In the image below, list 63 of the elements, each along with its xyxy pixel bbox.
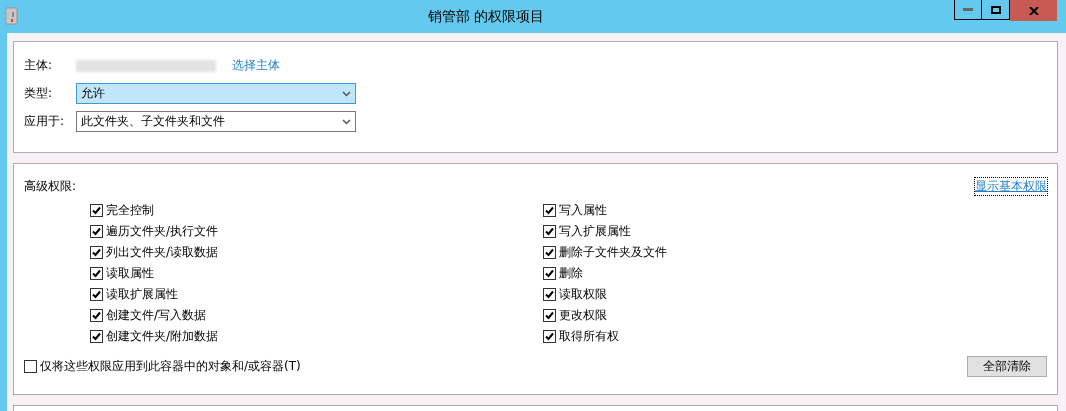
checkmark-icon	[92, 248, 101, 257]
field-label: 主体:	[24, 57, 54, 74]
checkbox[interactable]	[543, 246, 556, 259]
checkbox[interactable]	[543, 204, 556, 217]
checkbox-label: 读取属性	[106, 265, 154, 282]
select-principal-link[interactable]: 选择主体	[232, 57, 280, 74]
checkmark-icon	[545, 332, 554, 341]
checkbox-label: 仅将这些权限应用到此容器中的对象和/或容器(T)	[40, 358, 301, 375]
checkmark-icon	[92, 311, 101, 320]
checkmark-icon	[545, 248, 554, 257]
field-label: 类型:	[24, 85, 54, 102]
caret-icon	[342, 118, 351, 125]
checkmark-icon	[92, 206, 101, 215]
checkbox-label: 列出文件夹/读取数据	[106, 244, 219, 261]
checkbox-label: 写入属性	[559, 202, 607, 219]
checkbox[interactable]	[90, 225, 103, 238]
checkmark-icon	[545, 311, 554, 320]
checkbox[interactable]	[543, 309, 556, 322]
checkbox[interactable]	[90, 330, 103, 343]
show-basic-link[interactable]: 显示基本权限	[975, 178, 1047, 195]
checkbox-label: 创建文件夹/附加数据	[106, 328, 219, 345]
checkbox[interactable]	[543, 225, 556, 238]
checkbox-label: 读取扩展属性	[106, 286, 178, 303]
checkmark-icon	[92, 332, 101, 341]
caret-icon	[342, 90, 351, 97]
type-dropdown[interactable]: 允许	[76, 83, 356, 104]
checkbox[interactable]	[90, 309, 103, 322]
checkbox[interactable]	[543, 267, 556, 280]
minimize-button[interactable]	[954, 0, 982, 20]
checkmark-icon	[545, 227, 554, 236]
checkbox-label: 读取权限	[559, 286, 607, 303]
checkmark-icon	[545, 290, 554, 299]
checkmark-icon	[92, 269, 101, 278]
checkbox-label: 创建文件/写入数据	[106, 307, 207, 324]
maximize-icon	[990, 5, 1001, 14]
checkbox[interactable]	[24, 360, 37, 373]
checkbox-label: 删除子文件夹及文件	[559, 244, 667, 261]
window-title: 销管部 的权限项目	[426, 6, 546, 26]
checkbox-label: 删除	[559, 265, 583, 282]
checkbox[interactable]	[543, 288, 556, 301]
checkbox[interactable]	[90, 204, 103, 217]
section-title: 高级权限:	[24, 178, 77, 195]
close-icon	[1028, 6, 1039, 15]
checkbox-label: 遍历文件夹/执行文件	[106, 223, 219, 240]
checkmark-icon	[92, 227, 101, 236]
checkbox-label: 取得所有权	[559, 328, 619, 345]
checkmark-icon	[545, 206, 554, 215]
checkbox[interactable]	[90, 288, 103, 301]
checkbox-label: 写入扩展属性	[559, 223, 631, 240]
clear-all-button[interactable]: 全部清除	[967, 356, 1047, 377]
checkbox-label: 完全控制	[106, 202, 154, 219]
minimize-icon	[963, 8, 973, 11]
applies-to-dropdown[interactable]: 此文件夹、子文件夹和文件	[76, 111, 356, 132]
maximize-button[interactable]	[982, 0, 1010, 20]
checkbox-label: 更改权限	[559, 307, 607, 324]
app-icon	[5, 6, 18, 25]
checkbox[interactable]	[543, 330, 556, 343]
checkmark-icon	[92, 290, 101, 299]
field-label: 应用于:	[24, 113, 66, 130]
checkbox[interactable]	[90, 246, 103, 259]
checkmark-icon	[545, 269, 554, 278]
checkbox[interactable]	[90, 267, 103, 280]
close-button[interactable]	[1010, 0, 1057, 21]
